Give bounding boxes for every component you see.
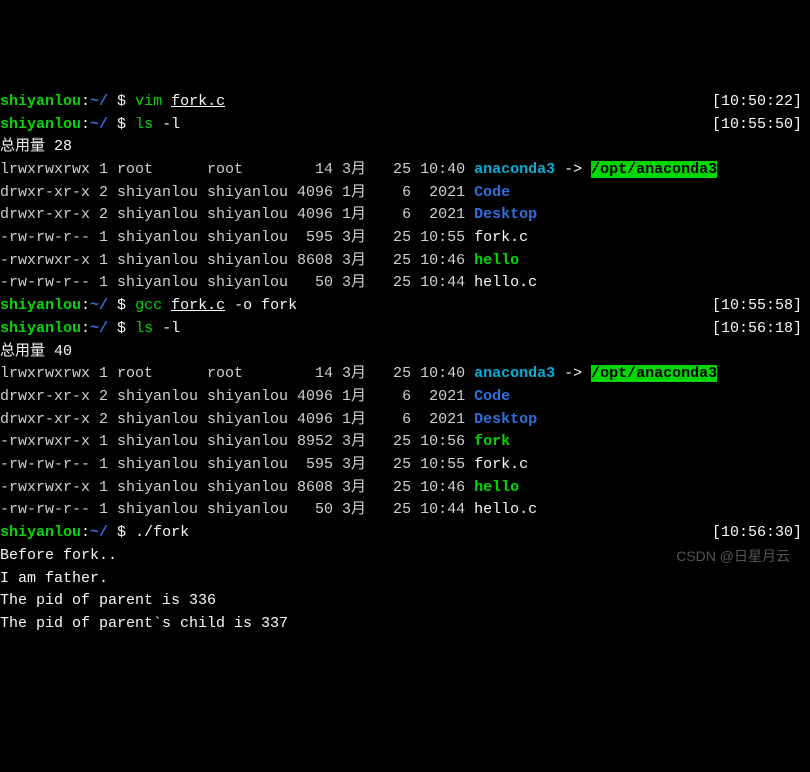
file-name: fork.c [474,456,528,473]
cwd: ~/ [90,297,108,314]
timestamp: [10:50:22] [712,91,810,114]
user: shiyanlou [0,93,81,110]
user: shiyanlou [0,297,81,314]
total-line: 总用量 28 [0,136,810,159]
ls-row: drwxr-xr-x 2 shiyanlou shiyanlou 4096 1月… [0,204,810,227]
ls-row: -rw-rw-r-- 1 shiyanlou shiyanlou 50 3月 2… [0,272,810,295]
ls-row: drwxr-xr-x 2 shiyanlou shiyanlou 4096 1月… [0,182,810,205]
ls-row: lrwxrwxrwx 1 root root 14 3月 25 10:40 an… [0,363,810,386]
file-name: Code [474,388,510,405]
timestamp: [10:56:30] [712,522,810,545]
program-output: I am father. [0,568,810,591]
total-line: 总用量 40 [0,341,810,364]
file-name: hello [474,479,519,496]
symlink-target: /opt/anaconda3 [591,161,717,178]
user: shiyanlou [0,320,81,337]
prompt-line[interactable]: shiyanlou:~/ $ ls -l[10:55:50] [0,114,810,137]
watermark: CSDN @日星月云 [676,545,790,568]
timestamp: [10:56:18] [712,318,810,341]
prompt-line[interactable]: shiyanlou:~/ $ gcc fork.c -o fork[10:55:… [0,295,810,318]
program-output: The pid of parent`s child is 337 [0,613,810,636]
prompt-line[interactable]: shiyanlou:~/ $ ./fork[10:56:30] [0,522,810,545]
file-name: fork.c [474,229,528,246]
file-name: hello.c [474,274,537,291]
ls-row: -rwxrwxr-x 1 shiyanlou shiyanlou 8952 3月… [0,431,810,454]
file-name: Desktop [474,206,537,223]
user: shiyanlou [0,116,81,133]
program-output: The pid of parent is 336 [0,590,810,613]
file-name: fork [474,433,510,450]
prompt-line[interactable]: shiyanlou:~/ $ ls -l[10:56:18] [0,318,810,341]
timestamp: [10:55:50] [712,114,810,137]
ls-row: drwxr-xr-x 2 shiyanlou shiyanlou 4096 1月… [0,409,810,432]
cwd: ~/ [90,116,108,133]
prompt-line[interactable]: shiyanlou:~/ $ vim fork.c[10:50:22] [0,91,810,114]
ls-row: drwxr-xr-x 2 shiyanlou shiyanlou 4096 1月… [0,386,810,409]
ls-row: -rw-rw-r-- 1 shiyanlou shiyanlou 50 3月 2… [0,499,810,522]
ls-row: -rw-rw-r-- 1 shiyanlou shiyanlou 595 3月 … [0,454,810,477]
cwd: ~/ [90,524,108,541]
ls-row: -rwxrwxr-x 1 shiyanlou shiyanlou 8608 3月… [0,250,810,273]
timestamp: [10:55:58] [712,295,810,318]
user: shiyanlou [0,524,81,541]
file-name: hello [474,252,519,269]
file-name: Code [474,184,510,201]
ls-row: -rwxrwxr-x 1 shiyanlou shiyanlou 8608 3月… [0,477,810,500]
cwd: ~/ [90,320,108,337]
ls-row: lrwxrwxrwx 1 root root 14 3月 25 10:40 an… [0,159,810,182]
ls-row: -rw-rw-r-- 1 shiyanlou shiyanlou 595 3月 … [0,227,810,250]
cwd: ~/ [90,93,108,110]
file-name: hello.c [474,501,537,518]
file-name: anaconda3 [474,161,555,178]
symlink-target: /opt/anaconda3 [591,365,717,382]
file-name: Desktop [474,411,537,428]
file-name: anaconda3 [474,365,555,382]
